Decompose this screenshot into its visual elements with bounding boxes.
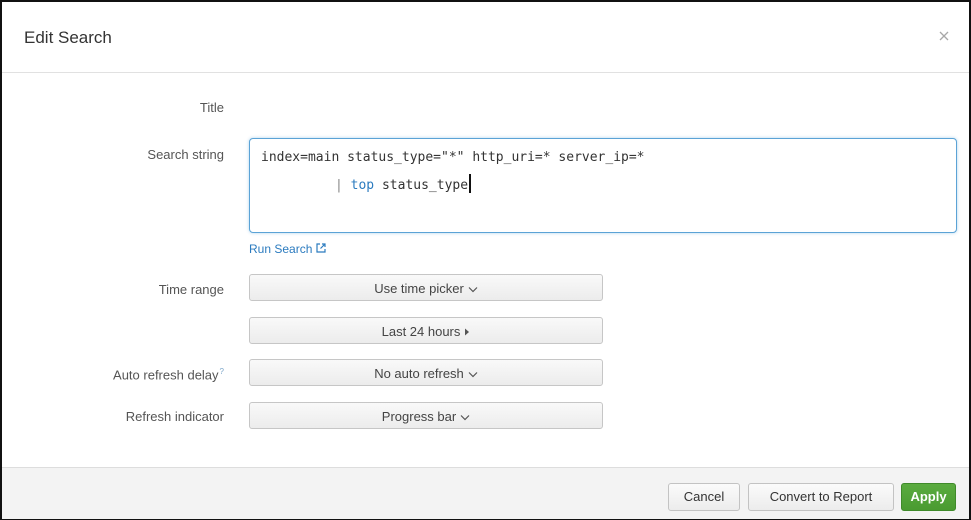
dialog-title: Edit Search bbox=[24, 28, 112, 47]
time-range-value: Last 24 hours bbox=[381, 324, 461, 339]
chevron-down-icon bbox=[460, 403, 470, 430]
pipe-char: | bbox=[335, 178, 343, 193]
time-range-label: Time range bbox=[158, 282, 224, 297]
run-search-link[interactable]: Run Search bbox=[249, 242, 327, 256]
refresh-indicator-dropdown[interactable]: Progress bar bbox=[249, 402, 603, 429]
search-string-input[interactable]: index=main status_type="*" http_uri=* se… bbox=[249, 138, 957, 233]
title-label: Title bbox=[199, 100, 224, 115]
search-rest: status_type bbox=[381, 178, 469, 193]
auto-refresh-value: No auto refresh bbox=[374, 366, 464, 381]
time-picker-value: Use time picker bbox=[374, 281, 464, 296]
run-search-label: Run Search bbox=[249, 242, 313, 256]
close-icon[interactable] bbox=[934, 26, 954, 46]
apply-button[interactable]: Apply bbox=[901, 483, 956, 511]
dialog-footer: Cancel Convert to Report Apply bbox=[2, 467, 969, 519]
chevron-down-icon bbox=[468, 275, 478, 302]
search-string-label: Search string bbox=[147, 147, 224, 162]
refresh-indicator-label: Refresh indicator bbox=[125, 409, 224, 424]
search-line-1: index=main status_type="*" http_uri=* se… bbox=[261, 150, 645, 165]
help-icon[interactable]: ? bbox=[220, 367, 224, 376]
auto-refresh-label: Auto refresh delay? bbox=[2, 367, 224, 382]
time-range-dropdown[interactable]: Last 24 hours bbox=[249, 317, 603, 344]
auto-refresh-dropdown[interactable]: No auto refresh bbox=[249, 359, 603, 386]
dialog-header: Edit Search bbox=[2, 2, 969, 73]
auto-refresh-label-text: Auto refresh delay bbox=[113, 367, 219, 383]
refresh-indicator-value: Progress bar bbox=[381, 409, 457, 424]
chevron-down-icon bbox=[468, 360, 478, 387]
cancel-button[interactable]: Cancel bbox=[668, 483, 740, 511]
caret-right-icon bbox=[464, 318, 470, 345]
edit-search-dialog: Edit Search Title Search string index=ma… bbox=[0, 0, 971, 520]
time-picker-dropdown[interactable]: Use time picker bbox=[249, 274, 603, 301]
search-keyword: top bbox=[350, 178, 375, 193]
text-caret bbox=[469, 174, 472, 193]
convert-to-report-button[interactable]: Convert to Report bbox=[748, 483, 894, 511]
search-line-2: | top status_type bbox=[335, 174, 472, 193]
external-link-icon bbox=[316, 243, 326, 253]
